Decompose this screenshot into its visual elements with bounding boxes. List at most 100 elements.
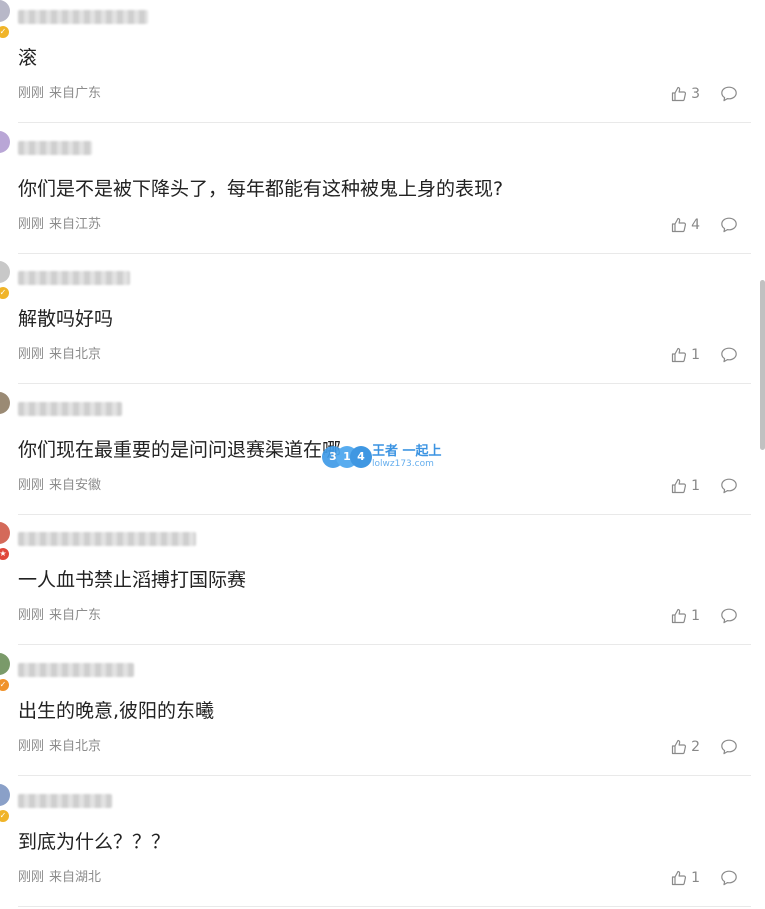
comment-meta: 刚刚 来自江苏: [18, 217, 101, 233]
username[interactable]: ******: [18, 271, 130, 285]
like-count: 3: [691, 86, 700, 102]
username[interactable]: ******: [18, 402, 122, 416]
like-button[interactable]: 3: [671, 86, 700, 102]
like-button[interactable]: 1: [671, 870, 700, 886]
comment-bubble-icon: [721, 870, 737, 886]
comment-item: ****** 你们是不是被下降头了，每年都能有这种被鬼上身的表现? 刚刚来自江苏 4: [0, 123, 758, 254]
comment-location: 来自广东: [49, 608, 102, 623]
comment-text: 出生的晚意,彼阳的东曦: [18, 700, 215, 722]
comment-location: 来自北京: [49, 347, 102, 362]
scrollbar-thumb[interactable]: [760, 280, 765, 450]
like-button[interactable]: 1: [671, 478, 700, 494]
comment-text: 你们现在最重要的是问问退赛渠道在哪: [18, 439, 342, 461]
like-count: 4: [691, 217, 700, 233]
comment-bubble-icon: [721, 478, 737, 494]
comment-time: 刚刚: [18, 608, 45, 623]
username-text: ******: [18, 794, 54, 808]
username-text: ******: [18, 10, 54, 24]
username[interactable]: ******: [18, 141, 92, 155]
avatar[interactable]: [0, 131, 10, 153]
comment-meta: 刚刚 来自北京: [18, 347, 101, 363]
comment-item: ✓ ****** 出生的晚意,彼阳的东曦刚刚来自北京 2: [0, 645, 758, 776]
username[interactable]: ******: [18, 794, 112, 808]
watermark: 3 1 4 王者 一起上 lolwz173.com: [322, 442, 442, 472]
comment-location: 来自北京: [49, 739, 102, 754]
username-text: ******: [18, 271, 54, 285]
comment-text: 一人血书禁止滔搏打国际赛: [18, 569, 247, 591]
like-count: 1: [691, 478, 700, 494]
thumbs-up-icon: [671, 870, 687, 886]
comment-text: 滚: [18, 47, 38, 69]
comment-time: 刚刚: [18, 478, 45, 493]
divider: [18, 906, 751, 907]
reply-button[interactable]: [720, 477, 738, 495]
watermark-url: lolwz173.com: [372, 458, 434, 469]
username[interactable]: ******: [18, 663, 134, 677]
comment-bubble-icon: [721, 739, 737, 755]
avatar[interactable]: [0, 784, 10, 806]
comment-meta: 刚刚 来自广东: [18, 608, 101, 624]
avatar[interactable]: [0, 522, 10, 544]
checkmark-badge: ✓: [0, 809, 10, 823]
reply-button[interactable]: [720, 346, 738, 364]
like-count: 1: [691, 347, 700, 363]
username-text: ******: [18, 402, 54, 416]
comment-item: ✓ ****** 滚刚刚来自广东 3: [0, 0, 758, 123]
comment-bubble-icon: [721, 608, 737, 624]
comment-location: 来自江苏: [49, 217, 102, 232]
comment-time: 刚刚: [18, 870, 45, 885]
reply-button[interactable]: [720, 85, 738, 103]
comment-time: 刚刚: [18, 347, 45, 362]
like-count: 2: [691, 739, 700, 755]
comment-time: 刚刚: [18, 217, 45, 232]
comment-bubble-icon: [721, 86, 737, 102]
like-count: 1: [691, 870, 700, 886]
comment-bubble-icon: [721, 217, 737, 233]
username[interactable]: ******: [18, 10, 148, 24]
avatar[interactable]: [0, 0, 10, 22]
username[interactable]: ******: [18, 532, 196, 546]
thumbs-up-icon: [671, 478, 687, 494]
reply-button[interactable]: [720, 607, 738, 625]
reply-button[interactable]: [720, 216, 738, 234]
reply-button[interactable]: [720, 738, 738, 756]
comment-item: ✓ ****** 解散吗好吗刚刚来自北京 1: [0, 253, 758, 384]
like-count: 1: [691, 608, 700, 624]
like-button[interactable]: 4: [671, 217, 700, 233]
watermark-logo-icon: 3 1 4: [322, 444, 372, 470]
username-text: ******: [18, 663, 54, 677]
username-text: ******: [18, 532, 54, 546]
checkmark-badge: ✓: [0, 286, 10, 300]
comment-time: 刚刚: [18, 86, 45, 101]
comment-item: ★ ****** 一人血书禁止滔搏打国际赛刚刚来自广东 1: [0, 514, 758, 645]
comment-text: 解散吗好吗: [18, 308, 114, 330]
comment-bubble-icon: [721, 347, 737, 363]
comment-time: 刚刚: [18, 739, 45, 754]
avatar[interactable]: [0, 261, 10, 283]
reply-button[interactable]: [720, 869, 738, 887]
avatar[interactable]: [0, 653, 10, 675]
like-button[interactable]: 2: [671, 739, 700, 755]
comment-text: 到底为什么？？？: [18, 831, 171, 853]
thumbs-up-icon: [671, 347, 687, 363]
comment-location: 来自湖北: [49, 870, 102, 885]
thumbs-up-icon: [671, 739, 687, 755]
thumbs-up-icon: [671, 608, 687, 624]
thumbs-up-icon: [671, 86, 687, 102]
checkmark-badge: ✓: [0, 678, 10, 692]
comment-meta: 刚刚 来自广东: [18, 86, 101, 102]
checkmark-badge: ✓: [0, 25, 10, 39]
comment-location: 来自广东: [49, 86, 102, 101]
avatar[interactable]: [0, 392, 10, 414]
like-button[interactable]: 1: [671, 608, 700, 624]
username-text: ******: [18, 141, 54, 155]
comment-meta: 刚刚 来自北京: [18, 739, 101, 755]
comment-meta: 刚刚 来自湖北: [18, 870, 101, 886]
comment-meta: 刚刚 来自安徽: [18, 478, 101, 494]
watermark-title: 王者 一起上: [372, 443, 442, 459]
comment-location: 来自安徽: [49, 478, 102, 493]
like-button[interactable]: 1: [671, 347, 700, 363]
comment-item: ✓ ****** 到底为什么？？？ 刚刚来自湖北 1: [0, 776, 758, 907]
vip-badge: ★: [0, 547, 10, 561]
thumbs-up-icon: [671, 217, 687, 233]
